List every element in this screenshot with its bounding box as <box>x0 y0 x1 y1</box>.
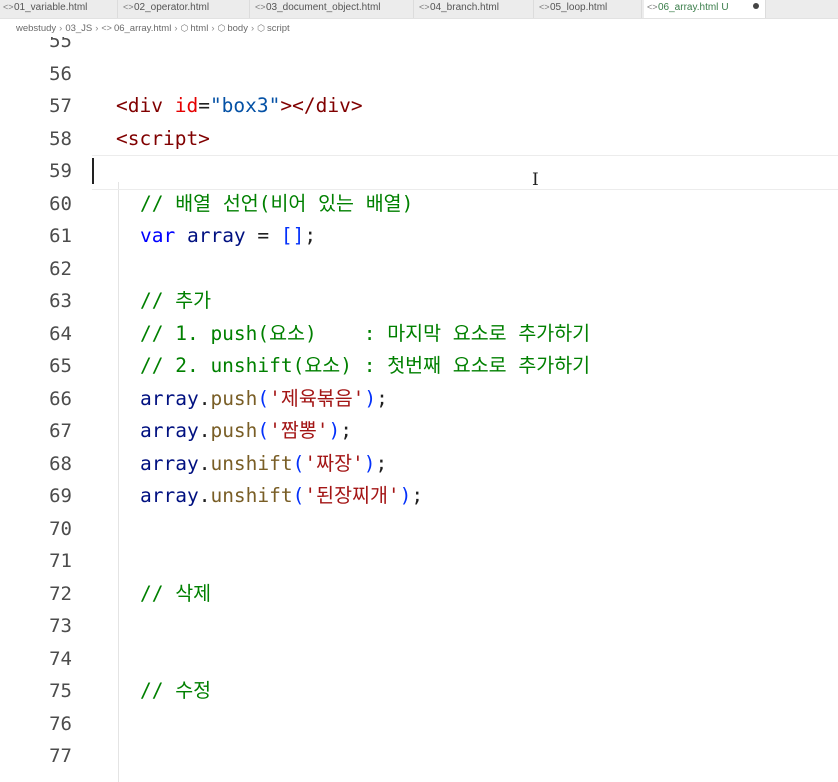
code-comment: // 배열 선언(비어 있는 배열) <box>140 191 414 215</box>
line-number: 65 <box>49 355 72 377</box>
breadcrumb-item[interactable]: script <box>267 23 290 34</box>
html-file-icon: <> <box>255 2 266 12</box>
code-text: array.unshift('짜장'); <box>140 451 388 475</box>
line-number: 58 <box>49 127 72 150</box>
code-line: 63 // 추가 <box>0 285 838 318</box>
line-number: 66 <box>49 387 72 410</box>
code-text: array.push('짬뽕'); <box>140 419 353 442</box>
code-line: 65 // 2. unshift(요소) : 첫번째 요소로 추가하기 <box>0 350 838 383</box>
code-line: 70 <box>0 513 838 546</box>
html-file-icon: <> <box>101 23 112 33</box>
code-line: 61 var array = []; <box>0 220 838 253</box>
html-file-icon: <> <box>3 2 14 12</box>
code-line: 73 <box>0 610 838 643</box>
breadcrumb-item[interactable]: 06_array.html <box>114 23 171 34</box>
code-text: array.push('제육볶음'); <box>140 386 388 410</box>
code-line: 76 <box>0 708 838 741</box>
code-line: 67 array.push('짬뽕'); <box>0 415 838 448</box>
breadcrumb-item[interactable]: webstudy <box>16 23 56 34</box>
element-icon: ⬡ <box>257 23 265 33</box>
breadcrumb: webstudy › 03_JS › <> 06_array.html › ⬡ html › ⬡ bo… <box>0 19 838 37</box>
tab-01-variable[interactable]: <> 01_variable.html <box>0 0 118 18</box>
code-text: array.unshift('된장찌개'); <box>140 484 424 507</box>
line-number: 62 <box>49 257 72 280</box>
tab-03-document-object[interactable]: <> 03_document_object.html <box>252 0 414 18</box>
code-line: 57 <div id="box3"></div> <box>0 90 838 123</box>
code-text: <div id="box3"></div> <box>116 94 363 117</box>
code-line: 60 // 배열 선언(비어 있는 배열) <box>0 188 838 221</box>
tab-label: 03_document_object.html <box>266 2 381 13</box>
breadcrumb-item[interactable]: body <box>227 23 248 34</box>
line-number: 69 <box>49 485 72 507</box>
code-line: 64 // 1. push(요소) : 마지막 요소로 추가하기 <box>0 318 838 351</box>
tab-label: 06_array.html <box>658 2 719 13</box>
line-number: 55 <box>49 37 72 52</box>
line-number: 59 <box>49 160 72 182</box>
code-text: var array = []; <box>140 224 317 247</box>
tab-02-operator[interactable]: <> 02_operator.html <box>120 0 250 18</box>
code-comment: // 2. unshift(요소) : 첫번째 요소로 추가하기 <box>140 354 591 377</box>
line-number: 63 <box>49 290 72 312</box>
code-line: 59 <box>0 155 838 188</box>
html-file-icon: <> <box>419 2 430 12</box>
untracked-badge: U <box>721 2 729 13</box>
chevron-right-icon: › <box>59 23 63 34</box>
tab-05-loop[interactable]: <> 05_loop.html <box>536 0 642 18</box>
code-line: 58 <script> <box>0 123 838 156</box>
line-number: 60 <box>49 192 72 215</box>
chevron-right-icon: › <box>174 23 178 34</box>
chevron-right-icon: › <box>211 23 215 34</box>
breadcrumb-item[interactable]: html <box>190 23 208 34</box>
code-line: 55 <box>0 37 838 58</box>
element-icon: ⬡ <box>180 23 189 33</box>
tab-label: 02_operator.html <box>134 2 210 13</box>
tab-label: 05_loop.html <box>550 2 608 13</box>
chevron-right-icon: › <box>250 23 255 34</box>
code-comment: // 삭제 <box>140 581 212 605</box>
code-line: 69 array.unshift('된장찌개'); <box>0 480 838 513</box>
tab-label: 04_branch.html <box>430 2 499 13</box>
line-number: 74 <box>49 647 72 670</box>
code-line: 66 array.push('제육볶음'); <box>0 383 838 416</box>
element-icon: ⬡ <box>217 23 226 33</box>
html-file-icon: <> <box>539 2 550 12</box>
code-line: 77 <box>0 740 838 773</box>
line-number: 67 <box>49 420 72 442</box>
chevron-right-icon: › <box>95 23 99 34</box>
code-line: 68 array.unshift('짜장'); <box>0 448 838 481</box>
tab-06-array[interactable]: <> 06_array.html U <box>644 0 766 18</box>
code-line: 75 // 수정 <box>0 675 838 708</box>
tab-04-branch[interactable]: <> 04_branch.html <box>416 0 534 18</box>
line-number: 56 <box>49 62 72 85</box>
line-number: 68 <box>49 452 72 475</box>
line-number: 57 <box>49 95 72 117</box>
code-comment: // 수정 <box>140 679 212 702</box>
line-number: 72 <box>49 582 72 605</box>
code-comment: // 추가 <box>140 289 212 312</box>
unsaved-dot-icon[interactable] <box>753 3 759 9</box>
line-number: 70 <box>49 517 72 540</box>
html-file-icon: <> <box>647 2 658 12</box>
line-number: 71 <box>49 550 72 572</box>
code-line: 56 <box>0 58 838 91</box>
code-line: 72 // 삭제 <box>0 578 838 611</box>
code-comment: // 1. push(요소) : 마지막 요소로 추가하기 <box>140 321 591 345</box>
editor-tab-bar: <> 01_variable.html <> 02_operator.html … <box>0 0 838 19</box>
line-number: 61 <box>49 225 72 247</box>
html-file-icon: <> <box>123 2 134 12</box>
code-editor[interactable]: I 55 56 57 <div id="box3"></div> 58 <scr… <box>0 37 838 782</box>
breadcrumb-item[interactable]: 03_JS <box>65 23 92 34</box>
line-number: 76 <box>49 712 72 735</box>
code-line: 74 <box>0 643 838 676</box>
code-line: 71 <box>0 545 838 578</box>
line-number: 75 <box>49 680 72 702</box>
tab-label: 01_variable.html <box>14 2 88 13</box>
line-number: 64 <box>49 322 72 345</box>
code-line: 62 <box>0 253 838 286</box>
code-text: <script> <box>116 126 210 150</box>
line-number: 77 <box>49 745 72 767</box>
line-number: 73 <box>49 615 72 637</box>
